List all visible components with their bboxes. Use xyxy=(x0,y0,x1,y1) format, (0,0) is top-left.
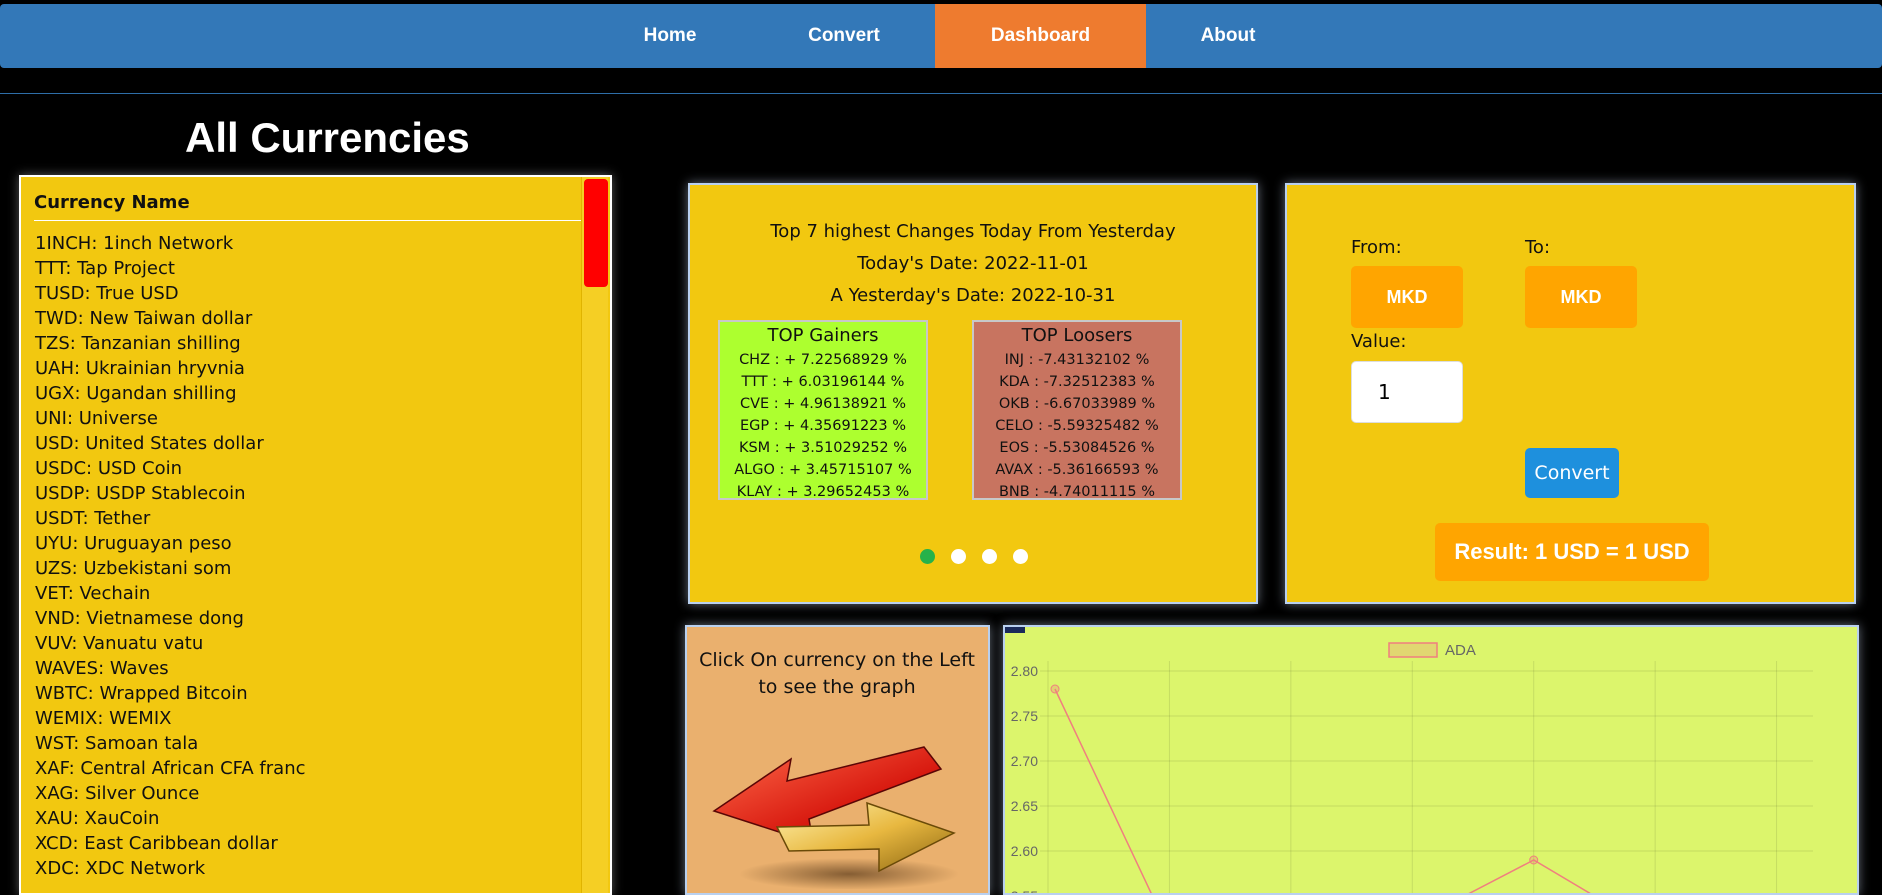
currency-graph-card: 2.80 2.75 2.70 2.65 2.60 2.55 ADA xyxy=(1003,625,1859,895)
nav-home[interactable]: Home xyxy=(610,4,730,68)
currency-list-item[interactable]: TZS: Tanzanian shilling xyxy=(35,331,585,356)
currency-list-item[interactable]: XAF: Central African CFA franc xyxy=(35,756,585,781)
currency-list-item[interactable]: XDC: XDC Network xyxy=(35,856,585,881)
loosers-list: INJ : -7.43132102 % KDA : -7.32512383 % OK… xyxy=(974,349,1180,503)
nav-about[interactable]: About xyxy=(1168,4,1288,68)
loosers-title: TOP Loosers xyxy=(1021,325,1133,346)
data-point xyxy=(1529,855,1539,865)
gainer-item: ALGO : + 3.45715107 % xyxy=(734,462,912,478)
currency-list-item[interactable]: TTT: Tap Project xyxy=(35,256,585,281)
from-currency-select[interactable]: MKD xyxy=(1351,266,1463,328)
looser-item: EOS : -5.53084526 % xyxy=(999,440,1155,456)
changes-title: Top 7 highest Changes Today From Yesterd… xyxy=(770,221,1176,242)
conversion-result: Result: 1 USD = 1 USD xyxy=(1435,523,1709,581)
legend-label: ADA xyxy=(1445,642,1476,659)
navbar: Home Convert Dashboard About xyxy=(0,4,1882,68)
looser-item: CELO : -5.59325482 % xyxy=(995,418,1159,434)
currency-list-item[interactable]: VUV: Vanuatu vatu xyxy=(35,631,585,656)
top-changes-card: Top 7 highest Changes Today From Yesterd… xyxy=(688,183,1258,604)
to-currency-select[interactable]: MKD xyxy=(1525,266,1637,328)
looser-item: KDA : -7.32512383 % xyxy=(999,374,1155,390)
currency-list-header: Currency Name xyxy=(34,192,584,221)
series-line xyxy=(1054,688,1591,893)
currency-list-item[interactable]: UZS: Uzbekistani som xyxy=(35,556,585,581)
looser-item: OKB : -6.67033989 % xyxy=(998,396,1156,412)
currency-list-item[interactable]: USDT: Tether xyxy=(35,506,585,531)
currency-list-item[interactable]: USDP: USDP Stablecoin xyxy=(35,481,585,506)
currency-list-item[interactable]: WAVES: Waves xyxy=(35,656,585,681)
today-date: Today's Date: 2022-11-01 xyxy=(857,253,1089,274)
nav-convert[interactable]: Convert xyxy=(784,4,904,68)
currency-list-item[interactable]: VND: Vietnamese dong xyxy=(35,606,585,631)
y-tick-label: 2.55 xyxy=(1011,888,1038,895)
gainer-item: TTT : + 6.03196144 % xyxy=(741,374,905,390)
scrollbar-thumb[interactable] xyxy=(584,179,608,287)
data-point xyxy=(1050,684,1060,694)
yesterday-date: A Yesterday's Date: 2022-10-31 xyxy=(830,285,1116,306)
graph-hint-card: Click On currency on the Left to see the… xyxy=(685,625,990,895)
currency-list-item[interactable]: UGX: Ugandan shilling xyxy=(35,381,585,406)
y-tick-label: 2.80 xyxy=(1011,663,1038,679)
gainer-item: KSM : + 3.51029252 % xyxy=(738,440,908,456)
currency-list: 1INCH: 1inch Network TTT: Tap Project TUSD… xyxy=(35,231,585,881)
currency-list-item[interactable]: WEMIX: WEMIX xyxy=(35,706,585,731)
currency-line-chart: 2.80 2.75 2.70 2.65 2.60 2.55 ADA xyxy=(1011,642,1813,895)
y-tick-label: 2.65 xyxy=(1011,798,1038,814)
currency-list-item[interactable]: UAH: Ukrainian hryvnia xyxy=(35,356,585,381)
currency-list-item[interactable]: XCD: East Caribbean dollar xyxy=(35,831,585,856)
carousel-dot[interactable] xyxy=(951,549,966,564)
gainer-item: KLAY : + 3.29652453 % xyxy=(736,484,910,500)
y-tick-label: 2.60 xyxy=(1011,843,1038,859)
arrows-illustration xyxy=(712,746,959,889)
currency-list-item[interactable]: TUSD: True USD xyxy=(35,281,585,306)
currency-list-item[interactable]: USDC: USD Coin xyxy=(35,456,585,481)
currency-list-item[interactable]: VET: Vechain xyxy=(35,581,585,606)
convert-button[interactable]: Convert xyxy=(1525,448,1619,498)
currency-list-item[interactable]: XAG: Silver Ounce xyxy=(35,781,585,806)
currency-list-item[interactable]: WBTC: Wrapped Bitcoin xyxy=(35,681,585,706)
currency-list-item[interactable]: USD: United States dollar xyxy=(35,431,585,456)
carousel-dot[interactable] xyxy=(982,549,997,564)
carousel-indicators xyxy=(920,549,1030,567)
currency-list-item[interactable]: WST: Samoan tala xyxy=(35,731,585,756)
gainer-item: CHZ : + 7.22568929 % xyxy=(739,352,907,368)
currency-list-item[interactable]: 1INCH: 1inch Network xyxy=(35,231,585,256)
to-label: To: xyxy=(1525,237,1551,258)
graph-hint-text: Click On currency on the Left to see the… xyxy=(699,649,975,698)
y-tick-label: 2.75 xyxy=(1011,708,1038,724)
top-gainers-box: TOP Gainers CHZ : + 7.22568929 % TTT : + … xyxy=(718,320,928,500)
page-title: All Currencies xyxy=(185,114,470,161)
currency-list-item[interactable]: UNI: Universe xyxy=(35,406,585,431)
looser-item: BNB : -4.74011115 % xyxy=(998,484,1156,500)
legend-swatch xyxy=(1388,642,1438,658)
converter-card: From: To: MKD MKD Value: Convert Result:… xyxy=(1285,183,1856,604)
y-tick-label: 2.70 xyxy=(1011,753,1038,769)
nav-divider xyxy=(0,93,1882,94)
value-label: Value: xyxy=(1351,331,1407,352)
from-label: From: xyxy=(1351,237,1402,258)
gainers-title: TOP Gainers xyxy=(767,325,879,346)
gainers-list: CHZ : + 7.22568929 % TTT : + 6.03196144 %… xyxy=(720,349,926,503)
gainer-item: CVE : + 4.96138921 % xyxy=(739,396,907,412)
nav-dashboard[interactable]: Dashboard xyxy=(935,4,1146,68)
carousel-dot[interactable] xyxy=(920,549,935,564)
value-input[interactable] xyxy=(1351,361,1463,423)
carousel-dot[interactable] xyxy=(1013,549,1028,564)
gainer-item: EGP : + 4.35691223 % xyxy=(739,418,907,434)
currency-list-item[interactable]: TWD: New Taiwan dollar xyxy=(35,306,585,331)
currency-list-panel[interactable]: Currency Name 1INCH: 1inch Network TTT: T… xyxy=(19,175,612,895)
currency-list-item[interactable]: UYU: Uruguayan peso xyxy=(35,531,585,556)
looser-item: AVAX : -5.36166593 % xyxy=(995,462,1159,478)
top-loosers-box: TOP Loosers INJ : -7.43132102 % KDA : -7.… xyxy=(972,320,1182,500)
looser-item: INJ : -7.43132102 % xyxy=(1004,352,1150,368)
currency-list-item[interactable]: XAU: XauCoin xyxy=(35,806,585,831)
